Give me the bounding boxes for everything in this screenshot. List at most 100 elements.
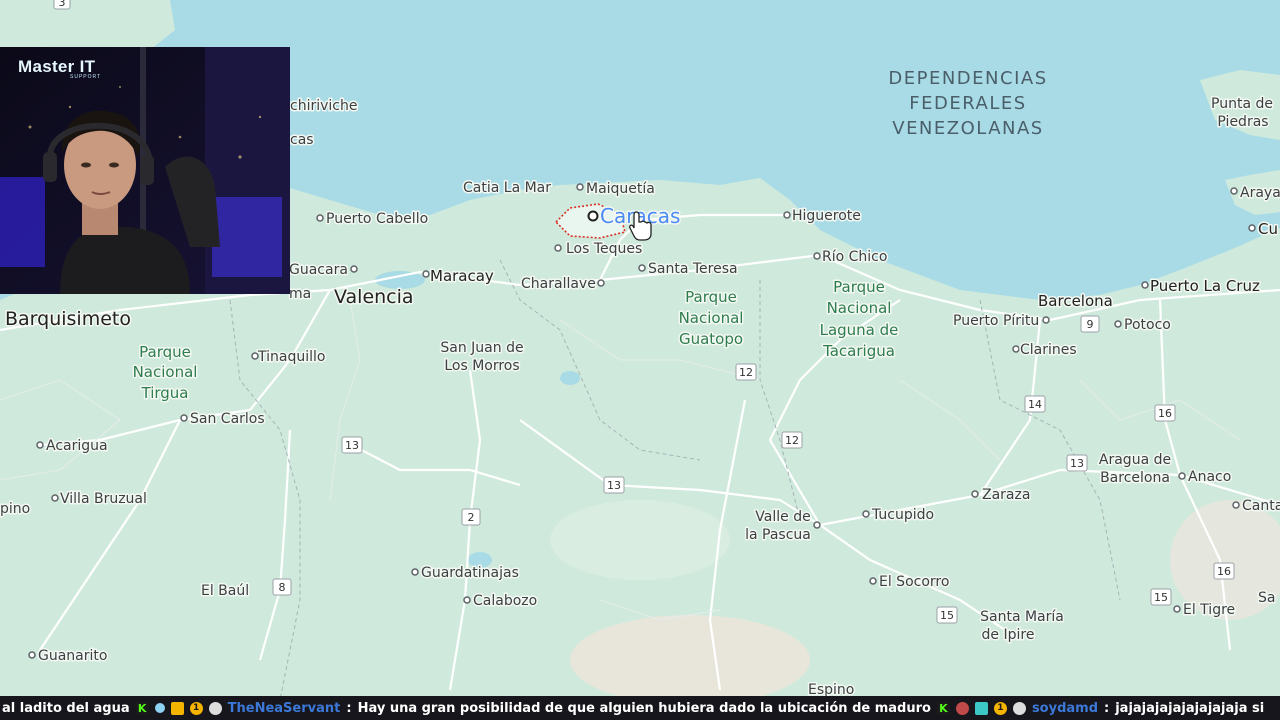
svg-text:13: 13 [345, 439, 359, 452]
place-araya: Araya [1240, 185, 1280, 201]
chat-msg-text: jajajajajajajajajaja si [1115, 700, 1265, 716]
crown-badge-icon [170, 701, 184, 715]
place-pino: pino [0, 501, 30, 517]
kick-badge-icon: K [135, 701, 149, 715]
webcam-overlay: Master IT SUPPORT [0, 47, 290, 294]
place-ma: ma [289, 286, 311, 302]
gift-badge-icon [974, 701, 988, 715]
place-punta-piedras-line2: Piedras [1217, 114, 1268, 130]
place-tucupido: Tucupido [871, 507, 934, 523]
svg-text:12: 12 [739, 366, 753, 379]
park-tirgua-line1: Parque [139, 343, 191, 361]
city-label-barcelona[interactable]: Barcelona [1037, 291, 1115, 312]
terrain-patch [570, 615, 810, 705]
park-tacarigua-line2: Nacional [827, 299, 892, 317]
avatar-badge-icon [1012, 701, 1026, 715]
place-puerto-cabello: Puerto Cabello [326, 211, 428, 227]
place-zaraza: Zaraza [982, 487, 1030, 503]
brand-logo-sub: SUPPORT [70, 74, 102, 80]
chat-ticker: al ladito del agua K 1 TheNeaServant : H… [0, 696, 1280, 720]
place-tucacas: cas [290, 132, 314, 148]
place-villa-bruzual: Villa Bruzual [60, 491, 147, 507]
place-anaco: Anaco [1188, 469, 1231, 485]
park-tacarigua-line3: Laguna de [820, 321, 899, 339]
shield-15a: 15 [936, 606, 958, 624]
park-tacarigua-line1: Parque [833, 278, 885, 296]
sea-label-line2: FEDERALES [909, 93, 1026, 114]
sub-badge-icon: 1 [993, 701, 1007, 715]
park-guatopo-line2: Nacional [679, 309, 744, 327]
place-punta-piedras-line1: Punta de [1211, 96, 1273, 112]
sea-label-line3: VENEZOLANAS [892, 118, 1043, 139]
place-higuerote: Higuerote [792, 208, 861, 224]
place-sa: Sa [1258, 590, 1275, 606]
place-acarigua: Acarigua [46, 438, 108, 454]
place-cantaura: Cantaura [1242, 498, 1280, 514]
caracas-capital-marker[interactable] [587, 210, 599, 222]
chat-msg-text: al ladito del agua [2, 700, 130, 716]
place-charallave: Charallave [521, 276, 596, 292]
svg-text:16: 16 [1158, 407, 1172, 420]
place-santa-maria-line1: Santa María [980, 609, 1064, 625]
place-guacara: Guacara [289, 262, 348, 278]
place-puerto-piritu: Puerto Píritu [953, 313, 1039, 329]
svg-text:12: 12 [785, 434, 799, 447]
place-guanarito: Guanarito [38, 648, 107, 664]
city-label-maracay[interactable]: Maracay [429, 266, 496, 287]
place-catia-la-mar: Catia La Mar [463, 180, 551, 196]
shield-16a: 16 [1154, 404, 1176, 422]
park-tirgua-line2: Nacional [133, 363, 198, 381]
chat-separator: : [1104, 700, 1110, 716]
place-calabozo: Calabozo [473, 593, 537, 609]
terrain-patch [550, 500, 730, 580]
sub-badge-icon: 1 [189, 701, 203, 715]
place-aragua-line1: Aragua de [1099, 452, 1171, 468]
land-falcon [0, 0, 175, 50]
avatar-badge-icon [208, 701, 222, 715]
svg-text:13: 13 [1070, 457, 1084, 470]
sea-label-line1: DEPENDENCIAS [888, 68, 1047, 89]
place-los-teques: Los Teques [566, 241, 642, 257]
city-label-barquisimeto[interactable]: Barquisimeto [4, 307, 133, 332]
chat-separator: : [346, 700, 352, 716]
place-valle-line1: Valle de [755, 509, 810, 525]
svg-text:13: 13 [607, 479, 621, 492]
park-guatopo-line3: Guatopo [679, 330, 743, 348]
place-maiquetia: Maiquetía [586, 181, 655, 197]
place-el-socorro: El Socorro [879, 574, 949, 590]
svg-text:16: 16 [1217, 565, 1231, 578]
place-san-juan-line1: San Juan de [440, 340, 523, 356]
park-guatopo-line1: Parque [685, 288, 737, 306]
shield-2: 2 [461, 508, 481, 526]
svg-text:14: 14 [1028, 398, 1042, 411]
brand-logo: Master IT SUPPORT [18, 57, 101, 80]
place-aragua-line2: Barcelona [1100, 470, 1170, 486]
shield-3: 3 [53, 0, 71, 10]
kick-badge-icon: K [936, 701, 950, 715]
chat-username[interactable]: soydamd [1032, 701, 1098, 716]
shield-13b: 13 [603, 476, 625, 494]
chat-username[interactable]: TheNeaServant [228, 701, 341, 716]
svg-text:2: 2 [468, 511, 475, 524]
place-el-tigre: El Tigre [1183, 602, 1235, 618]
place-potoco: Potoco [1124, 317, 1171, 333]
place-clarines: Clarines [1020, 342, 1077, 358]
place-san-juan-line2: Los Morros [444, 358, 519, 374]
city-label-puerto-la-cruz[interactable]: Puerto La Cruz [1149, 276, 1262, 297]
park-tirgua-line3: Tirgua [141, 384, 189, 402]
shield-13a: 13 [341, 436, 363, 454]
svg-text:8: 8 [279, 581, 286, 594]
park-tacarigua-line4: Tacarigua [822, 342, 895, 360]
shield-12a: 12 [735, 363, 757, 381]
city-label-valencia[interactable]: Valencia [333, 285, 416, 310]
shield-12b: 12 [781, 431, 803, 449]
place-santa-teresa: Santa Teresa [648, 261, 738, 277]
chat-msg-text: Hay una gran posibilidad de que alguien … [357, 700, 931, 716]
shield-14: 14 [1024, 395, 1046, 413]
place-santa-maria-line2: de Ipire [982, 627, 1035, 643]
shield-8: 8 [272, 578, 292, 596]
place-chichiriviche: chiriviche [290, 98, 357, 114]
place-san-carlos: San Carlos [190, 411, 265, 427]
place-cumana: Cu [1258, 220, 1278, 238]
emote-icon [955, 701, 969, 715]
